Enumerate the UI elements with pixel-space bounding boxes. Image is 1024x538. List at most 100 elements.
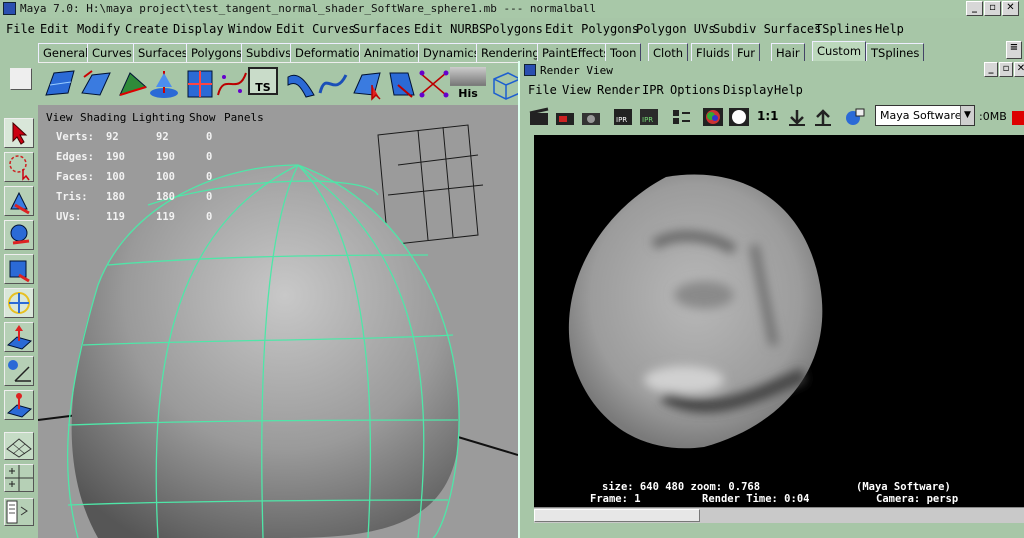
tab-rendering[interactable]: Rendering (476, 43, 545, 62)
toolbox (0, 62, 38, 538)
vp-menu-view[interactable]: View (46, 111, 73, 124)
rv-menu-render[interactable]: Render (597, 83, 640, 97)
layout-toggle-icon[interactable] (10, 68, 32, 90)
last-tool-button[interactable] (4, 390, 34, 420)
render-region-icon[interactable] (554, 107, 576, 127)
hud-label: Verts: (56, 131, 94, 143)
vp-menu-lighting[interactable]: Lighting (132, 111, 185, 124)
menu-subdiv-surfaces[interactable]: Subdiv Surfaces (713, 22, 821, 36)
wave-curve-icon[interactable] (316, 67, 352, 101)
move-tool-button[interactable] (4, 220, 34, 250)
nurbs-surface-icon[interactable] (42, 67, 78, 101)
rv-menu-view[interactable]: View (562, 83, 591, 97)
menu-edit-nurbs[interactable]: Edit NURBS (414, 22, 486, 36)
rv-menu-ipr[interactable]: IPR (642, 83, 664, 97)
paint-select-button[interactable] (4, 186, 34, 216)
stop-render-icon[interactable] (1012, 107, 1024, 127)
single-view-button[interactable] (4, 432, 34, 460)
ipr-refresh-icon[interactable]: IPR (638, 107, 660, 127)
rv-menu-options[interactable]: Options (670, 83, 721, 97)
menu-create[interactable]: Create (125, 22, 168, 36)
minimize-button[interactable]: _ (966, 1, 983, 16)
close-button[interactable]: ✕ (1002, 1, 1019, 16)
menu-surfaces[interactable]: Surfaces (353, 22, 411, 36)
rv-close-button[interactable]: ✕ (1014, 62, 1024, 77)
loft-surface-icon[interactable] (78, 67, 114, 101)
rv-maximize-button[interactable]: ▫ (999, 62, 1013, 77)
real-size-button[interactable]: 1:1 (757, 109, 779, 123)
four-view-button[interactable] (4, 464, 34, 492)
select-tool-button[interactable] (4, 118, 34, 148)
tab-curves[interactable]: Curves (87, 43, 137, 62)
rv-minimize-button[interactable]: _ (984, 62, 998, 77)
menu-window[interactable]: Window (228, 22, 271, 36)
show-manip-button[interactable] (4, 322, 34, 352)
renderer-select-value: Maya Software (880, 109, 962, 122)
render-frame-info: Frame: 1 (590, 493, 641, 505)
maximize-button[interactable]: ▫ (984, 1, 1001, 16)
render-layer-icon[interactable] (844, 107, 866, 127)
trim-icon[interactable] (384, 67, 420, 101)
perspective-grid-icon (6, 438, 32, 458)
tab-hair[interactable]: Hair (771, 43, 805, 62)
tab-custom[interactable]: Custom (812, 41, 867, 62)
menu-tsplines[interactable]: TSplines (815, 22, 873, 36)
menu-modify[interactable]: Modify (77, 22, 120, 36)
soft-mod-button[interactable] (4, 356, 34, 386)
lattice-points-icon[interactable] (416, 67, 452, 101)
remove-image-icon[interactable] (812, 107, 834, 127)
hud-value: 92 (156, 131, 169, 143)
render-settings-icon[interactable] (670, 107, 692, 127)
ipr-render-icon[interactable]: IPR (612, 107, 634, 127)
menu-help[interactable]: Help (875, 22, 904, 36)
snapshot-camera-icon[interactable] (580, 107, 602, 127)
render-size-info: size: 640 480 zoom: 0.768 (602, 481, 761, 493)
menu-file[interactable]: File (6, 22, 35, 36)
tab-fluids[interactable]: Fluids (691, 43, 735, 62)
tab-polygons[interactable]: Polygons (186, 43, 248, 62)
keep-image-icon[interactable] (786, 107, 808, 127)
tab-tsplines[interactable]: TSplines (866, 43, 925, 62)
tab-fur[interactable]: Fur (732, 43, 761, 62)
vp-menu-panels[interactable]: Panels (224, 111, 264, 124)
rv-menu-display[interactable]: Display (723, 83, 774, 97)
menu-polygon-uvs[interactable]: Polygon UVs (636, 22, 715, 36)
scale-tool-button[interactable] (4, 288, 34, 318)
menu-edit-polygons[interactable]: Edit Polygons (545, 22, 639, 36)
rv-menu-file[interactable]: File (528, 83, 557, 97)
tab-cloth[interactable]: Cloth (648, 43, 689, 62)
tab-painteffects[interactable]: PaintEffects (537, 43, 615, 62)
select-surface-icon[interactable] (350, 67, 386, 101)
menu-edit-curves[interactable]: Edit Curves (276, 22, 355, 36)
scrollbar-thumb[interactable] (534, 509, 700, 522)
tab-dynamics[interactable]: Dynamics (418, 43, 485, 62)
revolve-icon[interactable] (146, 67, 182, 101)
renderer-select[interactable]: Maya Software ▼ (875, 105, 975, 126)
rgb-channel-icon[interactable] (702, 107, 724, 127)
tab-general[interactable]: General (38, 43, 94, 62)
tab-surfaces[interactable]: Surfaces (133, 43, 193, 62)
alpha-channel-icon[interactable] (728, 107, 750, 127)
tab-subdivs[interactable]: Subdivs (241, 43, 297, 62)
outliner-view-button[interactable] (4, 498, 34, 526)
planar-patch-icon[interactable] (114, 67, 150, 101)
rotate-tool-button[interactable] (4, 254, 34, 284)
bend-surface-icon[interactable] (284, 67, 320, 101)
vp-menu-show[interactable]: Show (189, 111, 216, 124)
lasso-tool-button[interactable] (4, 152, 34, 182)
arrow-cursor-icon (12, 121, 28, 145)
subdivide-grid-icon[interactable] (182, 67, 218, 101)
shelf-options-icon[interactable]: ≡ (1006, 41, 1022, 59)
history-button[interactable]: His (450, 67, 486, 101)
horizontal-scrollbar[interactable] (534, 507, 1024, 523)
vp-menu-shading[interactable]: Shading (80, 111, 126, 124)
rv-menu-help[interactable]: Help (774, 83, 803, 97)
curve-cvs-icon[interactable] (214, 67, 250, 101)
menu-display[interactable]: Display (173, 22, 224, 36)
ts-button[interactable]: TS (248, 67, 278, 95)
render-clapboard-icon[interactable] (528, 107, 550, 127)
menu-edit[interactable]: Edit (40, 22, 69, 36)
menu-polygons[interactable]: Polygons (485, 22, 543, 36)
perspective-viewport[interactable]: View Shading Lighting Show Panels Verts:… (38, 105, 518, 538)
tab-toon[interactable]: Toon (605, 43, 642, 62)
